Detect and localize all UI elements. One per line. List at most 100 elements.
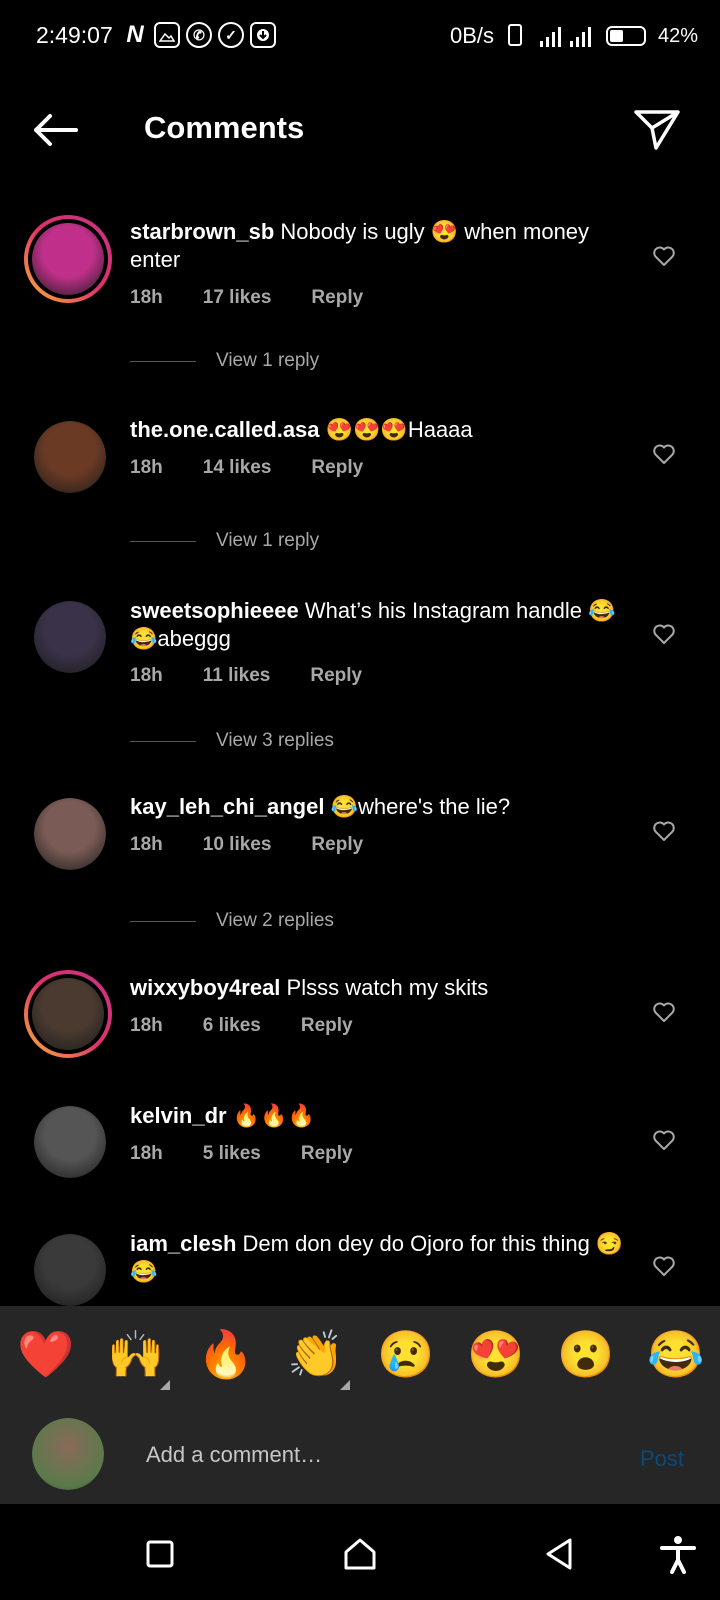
comment-input[interactable] xyxy=(144,1436,588,1474)
heart-icon[interactable] xyxy=(652,1000,676,1024)
comment-text: kelvin_dr 🔥🔥🔥 xyxy=(130,1102,630,1130)
comment-body: Plsss watch my skits xyxy=(280,975,489,1000)
status-time: 2:49:07 xyxy=(36,22,113,48)
comment-meta: 18h 17 likes Reply xyxy=(130,287,403,309)
avatar-image xyxy=(32,978,104,1050)
skin-tone-indicator xyxy=(160,1380,170,1390)
view-replies-button[interactable]: View 1 reply xyxy=(130,530,319,552)
comment-meta: 18h 5 likes Reply xyxy=(130,1143,393,1165)
heart-icon[interactable] xyxy=(652,1128,676,1152)
avatar-image xyxy=(34,1106,106,1178)
view-replies-label: View 3 replies xyxy=(216,730,334,751)
comment-username[interactable]: kelvin_dr xyxy=(130,1103,227,1128)
back-button[interactable] xyxy=(538,1532,582,1576)
gallery-icon xyxy=(154,22,180,48)
comment-likes[interactable]: 17 likes xyxy=(203,287,272,309)
comment-time: 18h xyxy=(130,1015,163,1036)
view-replies-label: View 2 replies xyxy=(216,910,334,931)
view-replies-button[interactable]: View 3 replies xyxy=(130,730,334,752)
comment-time: 18h xyxy=(130,665,163,686)
netflix-icon: N xyxy=(126,21,144,48)
emoji-quick-bar: ❤️ 🙌 🔥 👏 😢 😍 😮 😂 xyxy=(0,1306,720,1402)
comment-username[interactable]: the.one.called.asa xyxy=(130,417,320,442)
network-speed: 0B/s xyxy=(450,23,495,48)
emoji-crying-button[interactable]: 😢 xyxy=(376,1324,436,1384)
comment-body: 🔥🔥🔥 xyxy=(226,1103,315,1128)
signal-icon-1 xyxy=(540,25,561,47)
comment-body: 😂where's the lie? xyxy=(324,794,511,819)
vibrate-icon xyxy=(508,24,522,46)
comment-meta: 18h 14 likes Reply xyxy=(130,457,403,479)
reply-button[interactable]: Reply xyxy=(301,1143,353,1165)
emoji-fire-button[interactable]: 🔥 xyxy=(196,1324,256,1384)
avatar-image xyxy=(34,1234,106,1306)
check-circle-icon: ✓ xyxy=(218,22,244,48)
comment-likes[interactable]: 11 likes xyxy=(203,665,271,687)
avatar[interactable] xyxy=(24,215,112,303)
emoji-surprised-button[interactable]: 😮 xyxy=(556,1324,616,1384)
view-replies-label: View 1 reply xyxy=(216,530,320,551)
heart-icon[interactable] xyxy=(652,622,676,646)
comment-username[interactable]: starbrown_sb xyxy=(130,219,274,244)
avatar-image xyxy=(32,223,104,295)
home-button[interactable] xyxy=(338,1532,382,1576)
reply-button[interactable]: Reply xyxy=(311,834,363,856)
heart-icon[interactable] xyxy=(652,819,676,843)
heart-icon[interactable] xyxy=(652,1254,676,1278)
recents-button[interactable] xyxy=(138,1532,182,1576)
current-user-avatar xyxy=(32,1418,104,1490)
whatsapp-icon: ✆ xyxy=(186,22,212,48)
comment-time: 18h xyxy=(130,287,163,308)
avatar[interactable] xyxy=(34,798,106,870)
comment-body: 😍😍😍Haaaa xyxy=(319,417,473,442)
status-bar: 2:49:07 N ✆ ✓ 0B/s 42% xyxy=(0,0,720,72)
comment-likes[interactable]: 5 likes xyxy=(203,1143,261,1165)
emoji-clap-button[interactable]: 👏 xyxy=(286,1324,346,1384)
back-arrow-icon[interactable] xyxy=(30,110,82,150)
comment-text: iam_clesh Dem don dey do Ojoro for this … xyxy=(130,1230,630,1286)
comment-text: sweetsophieeee What’s his Instagram hand… xyxy=(130,597,630,653)
reply-button[interactable]: Reply xyxy=(311,457,363,479)
avatar-image xyxy=(34,421,106,493)
comment-username[interactable]: kay_leh_chi_angel xyxy=(130,794,324,819)
reply-button[interactable]: Reply xyxy=(311,287,363,309)
signal-icon-2 xyxy=(570,25,591,47)
comment-likes[interactable]: 6 likes xyxy=(203,1015,261,1037)
heart-icon[interactable] xyxy=(652,442,676,466)
comment-time: 18h xyxy=(130,1143,163,1164)
avatar[interactable] xyxy=(34,1234,106,1306)
view-replies-button[interactable]: View 1 reply xyxy=(130,350,319,372)
emoji-raised-hands-button[interactable]: 🙌 xyxy=(106,1324,166,1384)
reply-button[interactable]: Reply xyxy=(310,665,362,687)
reply-button[interactable]: Reply xyxy=(301,1015,353,1037)
notification-icons: N ✆ ✓ xyxy=(122,21,276,48)
post-button[interactable]: Post xyxy=(640,1446,684,1472)
comment-text: the.one.called.asa 😍😍😍Haaaa xyxy=(130,416,630,444)
view-replies-button[interactable]: View 2 replies xyxy=(130,910,334,932)
comment-username[interactable]: wixxyboy4real xyxy=(130,975,280,1000)
comment-composer: Post xyxy=(0,1402,720,1504)
skin-tone-indicator xyxy=(340,1380,350,1390)
page-title: Comments xyxy=(144,110,305,145)
avatar-image xyxy=(32,1418,104,1490)
share-send-icon[interactable] xyxy=(632,106,682,152)
emoji-heart-eyes-button[interactable]: 😍 xyxy=(466,1324,526,1384)
battery-percent: 42% xyxy=(658,25,699,47)
avatar[interactable] xyxy=(34,601,106,673)
emoji-laughing-button[interactable]: 😂 xyxy=(646,1324,706,1384)
heart-icon[interactable] xyxy=(652,244,676,268)
avatar-image xyxy=(34,798,106,870)
avatar[interactable] xyxy=(34,1106,106,1178)
system-nav-bar xyxy=(0,1504,720,1600)
comment-likes[interactable]: 14 likes xyxy=(203,457,272,479)
avatar[interactable] xyxy=(24,970,112,1058)
comment-likes[interactable]: 10 likes xyxy=(203,834,272,856)
avatar-image xyxy=(34,601,106,673)
comment-username[interactable]: sweetsophieeee xyxy=(130,598,299,623)
comment-text: kay_leh_chi_angel 😂where's the lie? xyxy=(130,793,630,821)
emoji-heart-button[interactable]: ❤️ xyxy=(16,1324,76,1384)
comment-username[interactable]: iam_clesh xyxy=(130,1231,236,1256)
avatar[interactable] xyxy=(34,421,106,493)
view-replies-label: View 1 reply xyxy=(216,350,320,371)
accessibility-icon[interactable] xyxy=(656,1532,700,1576)
